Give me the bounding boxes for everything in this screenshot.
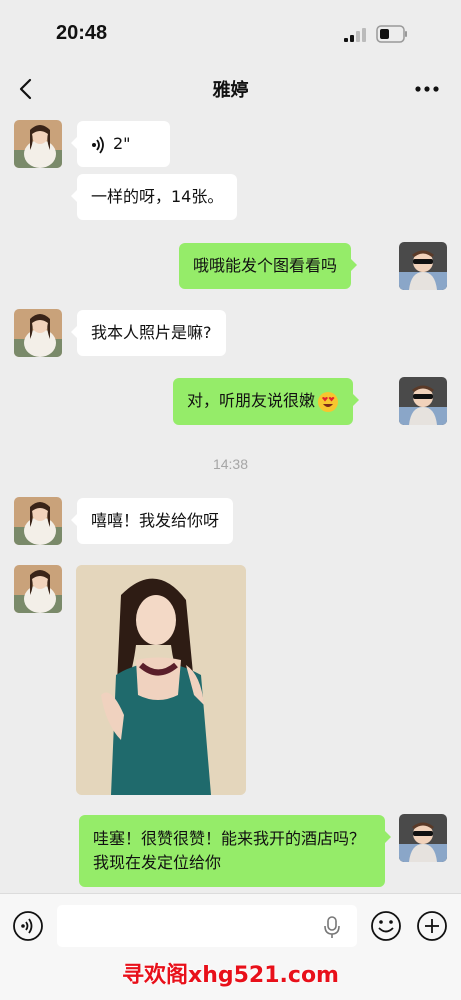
- message-bubble[interactable]: 哇塞！很赞很赞！能来我开的酒店吗？我现在发定位给你: [79, 815, 391, 887]
- battery-icon: [376, 25, 407, 43]
- message-bubble[interactable]: 哦哦能发个图看看吗: [179, 243, 358, 289]
- mic-icon[interactable]: [322, 915, 342, 939]
- heart-eyes-emoji-icon: [318, 391, 339, 412]
- nav-bar: 雅婷: [0, 64, 461, 114]
- message-bubble[interactable]: 一样的呀，14张。: [70, 174, 238, 220]
- voice-duration: 2": [113, 134, 131, 153]
- my-avatar[interactable]: [399, 242, 447, 290]
- watermark-text: 寻欢阁xhg521.com: [122, 963, 339, 988]
- status-time: 20:48: [56, 22, 108, 44]
- more-dots-icon[interactable]: [412, 78, 442, 100]
- message-bubble-voice[interactable]: 2": [71, 121, 170, 167]
- message-text: 对，听朋友说很嫩: [187, 391, 316, 410]
- chat-title: 雅婷: [212, 80, 249, 101]
- signal-icon: [344, 28, 366, 42]
- chat-timestamp: 14:38: [212, 456, 249, 472]
- status-bar: 20:48: [0, 0, 461, 64]
- my-avatar[interactable]: [399, 377, 447, 425]
- contact-avatar[interactable]: [14, 565, 62, 613]
- voice-wave-icon: [92, 135, 104, 154]
- message-input[interactable]: [57, 905, 357, 947]
- message-bubble-with-emoji[interactable]: 对，听朋友说很嫩: [173, 378, 360, 425]
- contact-avatar[interactable]: [14, 309, 62, 357]
- my-avatar[interactable]: [399, 814, 447, 862]
- contact-avatar[interactable]: [14, 120, 62, 168]
- message-bubble[interactable]: 我本人照片是嘛?: [71, 310, 226, 356]
- smiley-icon[interactable]: [370, 910, 402, 942]
- voice-toggle-icon[interactable]: [12, 910, 44, 942]
- contact-avatar[interactable]: [14, 497, 62, 545]
- photo-message[interactable]: [76, 565, 246, 795]
- message-bubble[interactable]: 嘻嘻！我发给你呀: [70, 498, 234, 544]
- plus-icon[interactable]: [416, 910, 448, 942]
